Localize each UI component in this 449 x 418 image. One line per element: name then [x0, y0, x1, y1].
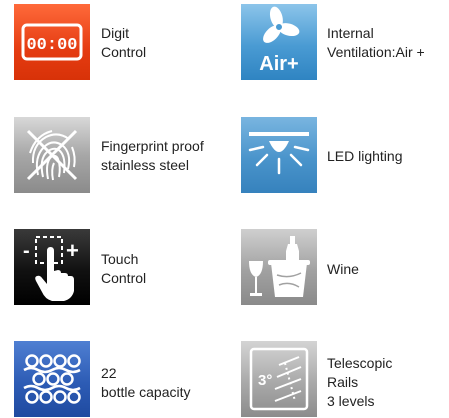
telescopic-rails-icon: 3°	[241, 341, 317, 417]
svg-text:-: -	[23, 240, 30, 262]
led-light-icon	[241, 117, 317, 193]
wine-bucket-icon	[241, 229, 317, 305]
fan-icon: Air+	[241, 4, 317, 80]
touch-hand-icon: - +	[14, 229, 90, 305]
feature-label: Fingerprint proof stainless steel	[101, 138, 204, 173]
bottle-rack-icon	[14, 341, 90, 417]
feature-label: Digit Control	[101, 25, 147, 60]
feature-label: Touch Control	[101, 251, 147, 286]
digital-display-icon: 00:00	[14, 4, 90, 80]
svg-text:+: +	[66, 238, 79, 263]
feature-label: LED lighting	[327, 148, 403, 164]
fingerprint-crossed-icon	[14, 117, 90, 193]
svg-text:3°: 3°	[258, 372, 272, 389]
svg-text:00:00: 00:00	[26, 36, 77, 55]
feature-label: Internal Ventilation:Air +	[327, 25, 425, 60]
svg-text:Air+: Air+	[259, 53, 298, 75]
feature-label: Wine	[327, 261, 359, 277]
feature-label: Telescopic Rails 3 levels	[327, 355, 393, 409]
feature-label: 22 bottle capacity	[101, 365, 191, 400]
